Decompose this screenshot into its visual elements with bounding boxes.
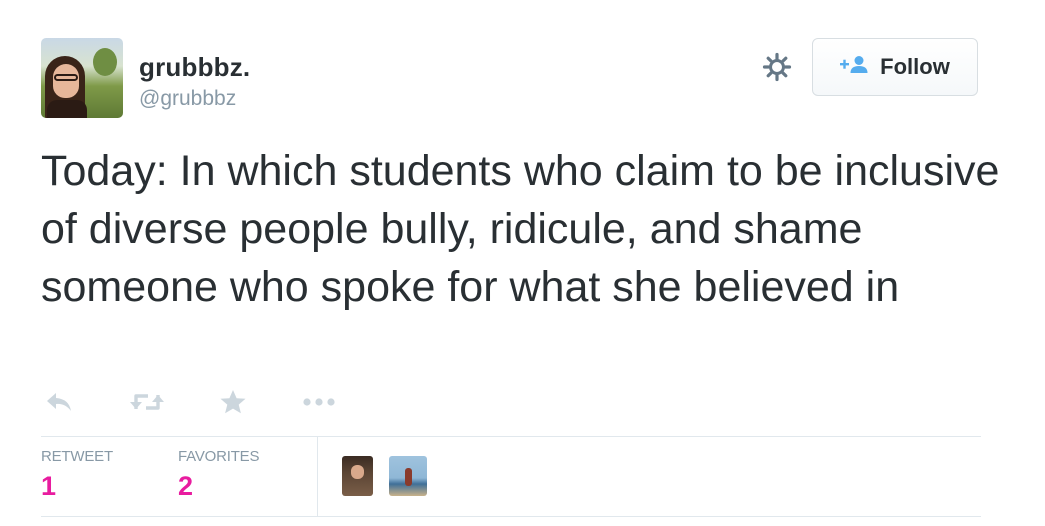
favoriter-avatar[interactable] — [389, 456, 427, 496]
display-name[interactable]: grubbbz. — [139, 52, 250, 83]
favorites-stat-count: 2 — [178, 471, 194, 501]
tweet-card: grubbbz. @grubbbz Follow Today: In which… — [0, 0, 1045, 526]
retweet-stat-label: RETWEET — [41, 448, 113, 465]
stats-divider-vertical — [317, 437, 318, 516]
avatar-face — [53, 64, 79, 98]
retweet-stat[interactable]: RETWEET 1 — [41, 448, 113, 502]
gear-icon[interactable] — [759, 51, 795, 83]
favoriter-avatar[interactable] — [342, 456, 373, 496]
follow-person-icon — [840, 55, 870, 80]
follow-label: Follow — [880, 54, 950, 79]
avatar-shirt — [47, 100, 87, 118]
stats-divider-bottom — [41, 516, 981, 517]
favorite-star-icon[interactable] — [219, 386, 247, 418]
avatar-tree — [93, 48, 117, 76]
reply-icon[interactable] — [45, 386, 73, 418]
stats-divider-top — [41, 436, 981, 437]
tweet-text: Today: In which students who claim to be… — [41, 147, 1000, 311]
avatar-glasses — [54, 74, 78, 81]
user-handle[interactable]: @grubbbz — [139, 87, 236, 111]
favorites-stat-label: FAVORITES — [178, 448, 260, 465]
favoriter-avatar-face — [351, 465, 364, 479]
favorites-stat[interactable]: FAVORITES 2 — [178, 448, 259, 502]
retweet-stat-count: 1 — [41, 471, 57, 501]
follow-button[interactable]: Follow — [812, 38, 978, 96]
user-avatar[interactable] — [41, 38, 123, 118]
favoriter-avatar-figure — [405, 468, 412, 486]
retweet-icon[interactable] — [129, 386, 165, 418]
more-icon[interactable] — [302, 386, 336, 418]
